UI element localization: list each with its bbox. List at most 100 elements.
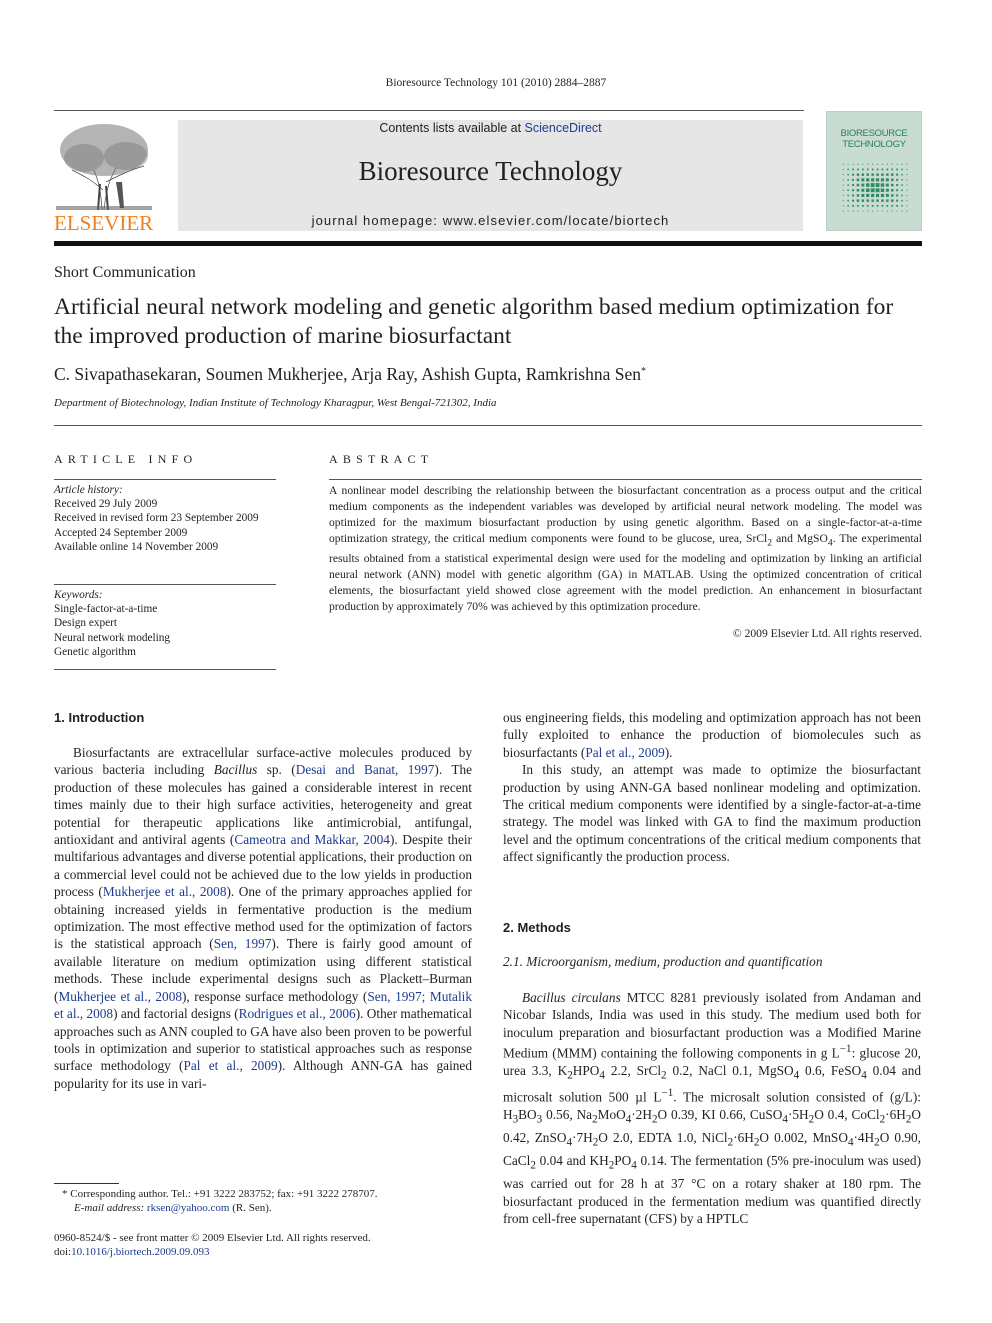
text: PO [614, 1153, 632, 1169]
intro-paragraph: Biosurfactants are extracellular surface… [54, 744, 472, 1092]
superscript: −1 [839, 1043, 852, 1056]
cover-dot [856, 178, 860, 182]
cover-dot [871, 178, 875, 182]
email-label: E-mail address: [74, 1202, 145, 1214]
cover-dot [867, 163, 869, 165]
citation-link[interactable]: Mukherjee et al., 2008 [58, 989, 182, 1004]
cover-dot [866, 183, 870, 187]
text: ). [664, 744, 673, 760]
cover-dot [852, 189, 855, 192]
email-suffix: (R. Sen). [229, 1202, 272, 1214]
text: ), response surface methodology ( [182, 988, 368, 1004]
info-rule [54, 479, 276, 480]
cover-dot [842, 179, 844, 181]
intro-paragraph-continued: ous engineering fields, this modeling an… [503, 709, 921, 761]
doi-line: doi:10.1016/j.biortech.2009.09.093 [54, 1245, 371, 1259]
cover-dot [880, 188, 885, 192]
citation-link[interactable]: Sen, 1997 [214, 936, 272, 951]
citation-link[interactable]: Pal et al., 2009 [585, 745, 664, 760]
introduction-continued: ous engineering fields, this modeling an… [503, 709, 921, 866]
cover-dot [872, 210, 874, 212]
abstract-rule [329, 479, 922, 480]
cover-dot [906, 184, 908, 186]
cover-dot [866, 199, 869, 202]
citation-link[interactable]: Cameotra and Makkar, 2004 [234, 832, 390, 847]
cover-dot [875, 178, 880, 182]
cover-dot [881, 173, 884, 176]
abstract-text: A nonlinear model describing the relatio… [329, 483, 922, 615]
text: 0.56, Na [542, 1106, 593, 1122]
cover-dot [885, 183, 889, 187]
text: ous engineering fields, this modeling an… [503, 710, 921, 760]
cover-dot [852, 184, 855, 187]
cover-dot [871, 193, 875, 198]
sciencedirect-link[interactable]: ScienceDirect [525, 121, 602, 135]
cover-dot [866, 168, 869, 171]
journal-cover-thumbnail: BIORESOURCE TECHNOLOGY [826, 111, 922, 231]
authors: C. Sivapathasekaran, Soumen Mukherjee, A… [54, 364, 641, 384]
text: HPO [572, 1063, 600, 1079]
cover-dot [886, 199, 889, 202]
cover-dot [861, 168, 864, 171]
cover-dot [852, 163, 854, 165]
subsection-heading: 2.1. Microorganism, medium, production a… [503, 954, 823, 969]
intro-paragraph: In this study, an attempt was made to op… [503, 762, 921, 865]
cover-dot [901, 184, 903, 186]
cover-dot [856, 199, 860, 202]
affiliation: Department of Biotechnology, Indian Inst… [54, 397, 497, 409]
cover-dot [852, 173, 855, 176]
cover-dot [896, 168, 899, 171]
front-matter: 0960-8524/$ - see front matter © 2009 El… [54, 1231, 371, 1259]
cover-dot [861, 188, 865, 192]
cover-dot [881, 210, 883, 212]
footnote-corresponding: * Corresponding author. Tel.: +91 3222 2… [62, 1187, 377, 1201]
corresponding-author-mark[interactable]: * [641, 366, 646, 377]
elsevier-wordmark: ELSEVIER [54, 211, 154, 235]
footnote-email-line: E-mail address: rksen@yahoo.com (R. Sen)… [62, 1201, 377, 1215]
contents-line: Contents lists available at ScienceDirec… [178, 121, 803, 135]
text: O 2.0, EDTA 1.0, NiCl [598, 1130, 728, 1145]
cover-dot [896, 184, 899, 187]
cover-dot [842, 200, 844, 202]
history-item: Accepted 24 September 2009 [54, 526, 188, 539]
doi-link[interactable]: 10.1016/j.biortech.2009.09.093 [71, 1246, 209, 1258]
keywords: Keywords: Single-factor-at-a-time Design… [54, 588, 276, 659]
cover-dot [871, 204, 874, 207]
cover-dot [891, 210, 893, 212]
email-link[interactable]: rksen@yahoo.com [147, 1202, 230, 1214]
citation-link[interactable]: Pal et al., 2009 [183, 1058, 277, 1073]
cover-dot [857, 204, 859, 207]
keyword-item: Neural network modeling [54, 631, 171, 644]
cover-dot [901, 189, 903, 191]
cover-dot [856, 189, 860, 192]
methods-heading: 2. Methods [503, 920, 571, 935]
text: 0.04 and KH [535, 1153, 609, 1169]
cover-dot [842, 184, 844, 186]
cover-dot [871, 168, 874, 171]
cover-dot [847, 205, 849, 207]
cover-dot [901, 163, 903, 165]
cover-dot [901, 205, 903, 207]
citation-link[interactable]: Rodrigues et al., 2006 [239, 1006, 356, 1021]
cover-dot [866, 178, 870, 182]
cover-dot [877, 163, 879, 165]
citation-link[interactable]: Mukherjee et al., 2008 [103, 884, 227, 899]
cover-dot [842, 163, 844, 165]
contents-prefix: Contents lists available at [379, 121, 525, 135]
cover-dot [901, 168, 903, 171]
cover-dot [856, 173, 860, 176]
cover-dot [861, 173, 865, 176]
cover-dot [861, 204, 864, 207]
text: ·6H [885, 1106, 906, 1122]
journal-homepage-link[interactable]: journal homepage: www.elsevier.com/locat… [178, 213, 803, 228]
cover-dot [886, 204, 889, 207]
cover-dot [896, 189, 899, 192]
cover-dot [896, 194, 899, 197]
abstract-copyright: © 2009 Elsevier Ltd. All rights reserved… [732, 627, 922, 640]
citation-link[interactable]: Desai and Banat, 1997 [296, 762, 435, 777]
text: MoO [597, 1106, 626, 1122]
abstract-part: and MgSO [772, 532, 828, 545]
history-item: Received in revised form 23 September 20… [54, 512, 259, 525]
text: ·6H [733, 1130, 754, 1145]
text: O 0.39, KI 0.66, CuSO [657, 1106, 783, 1122]
